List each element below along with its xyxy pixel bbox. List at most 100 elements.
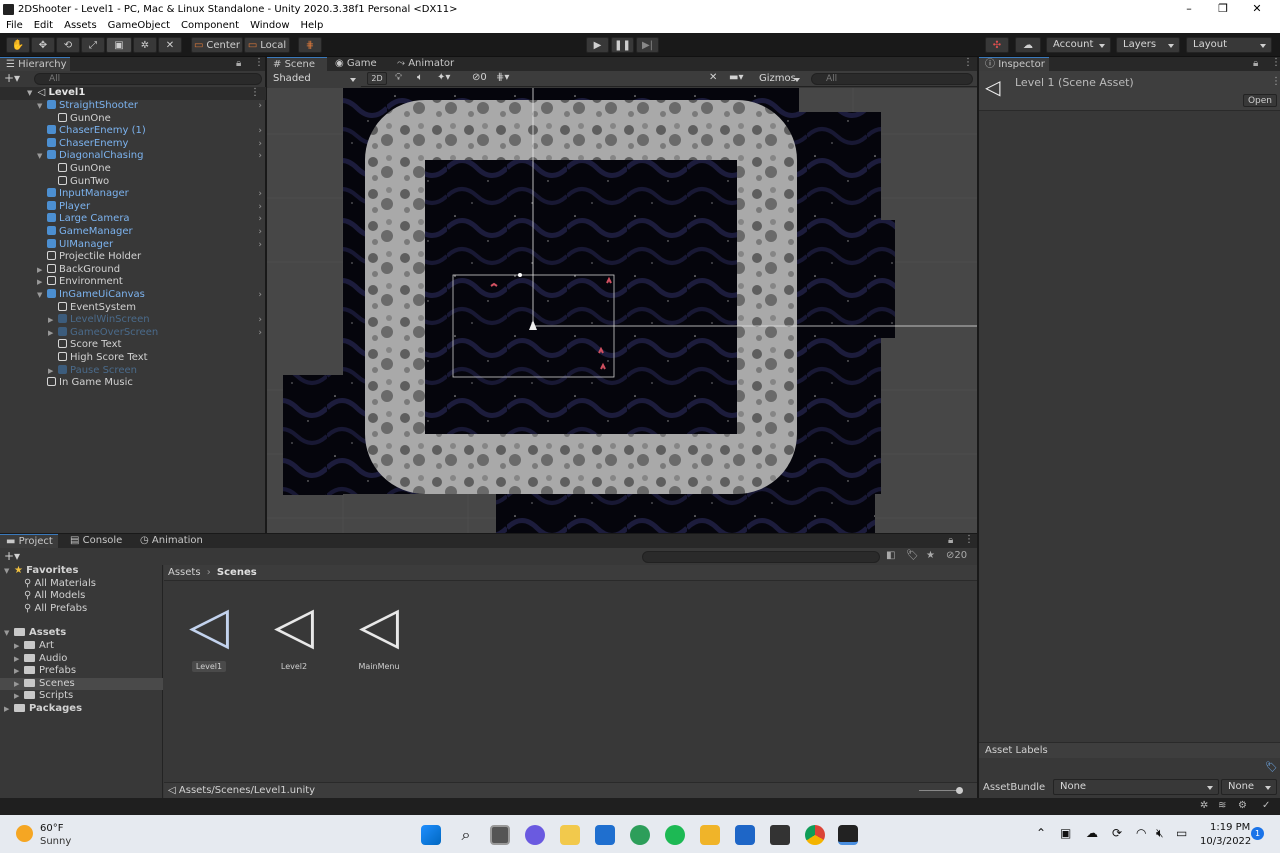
maximize-button[interactable]: ❐: [1206, 0, 1240, 18]
menu-component[interactable]: Component: [181, 20, 239, 31]
hierarchy-item[interactable]: GameManager ›: [0, 226, 266, 239]
step-button[interactable]: ▶|: [636, 37, 659, 53]
zoom-slider-handle[interactable]: [956, 787, 963, 794]
collapse-arrow-icon[interactable]: ▶: [37, 276, 47, 289]
task-view-icon[interactable]: [490, 825, 510, 845]
audio-icon[interactable]: 🔈︎: [417, 72, 423, 83]
tree-arrow-icon[interactable]: ▶: [14, 640, 24, 653]
onedrive-icon[interactable]: ☁: [1086, 826, 1098, 840]
weather-condition[interactable]: Sunny: [40, 836, 71, 847]
file-explorer-icon[interactable]: [700, 825, 720, 845]
scene-asset-tile[interactable]: ◁ MainMenu: [339, 590, 419, 671]
scene-asset-tile[interactable]: ◁ Level2: [254, 590, 334, 671]
hand-tool-icon[interactable]: ✋: [6, 37, 30, 53]
hierarchy-item[interactable]: ▼ StraightShooter ›: [0, 100, 266, 113]
shading-dropdown[interactable]: Shaded: [267, 72, 361, 88]
tree-arrow-icon[interactable]: ▶: [14, 678, 24, 691]
clock-date[interactable]: 10/3/2022: [1200, 836, 1251, 847]
pause-button[interactable]: ❚❚: [611, 37, 634, 53]
play-button[interactable]: ▶: [586, 37, 609, 53]
inspector-menu-icon[interactable]: ⋮: [1271, 76, 1280, 87]
project-tree-item[interactable]: ⚲ All Models: [0, 590, 163, 603]
tree-arrow-icon[interactable]: ▼: [4, 627, 14, 640]
minimize-button[interactable]: –: [1172, 0, 1206, 18]
grid-icon[interactable]: ⋕▾: [496, 72, 509, 83]
lock-icon[interactable]: 🔒︎: [236, 58, 241, 69]
hierarchy-item[interactable]: GunTwo: [0, 175, 266, 189]
tree-arrow-icon[interactable]: ▼: [4, 565, 14, 578]
tab-animator[interactable]: ⤳ Animator: [391, 57, 460, 71]
store-icon[interactable]: [560, 825, 580, 845]
collapse-arrow-icon[interactable]: ▶: [37, 264, 47, 277]
prefab-open-arrow-icon[interactable]: ›: [258, 213, 262, 226]
hidden-packages-icon[interactable]: ⊘20: [946, 550, 967, 561]
rect-tool-icon[interactable]: ▣: [106, 37, 132, 53]
tab-console[interactable]: ▤ Console: [64, 534, 128, 548]
panel-menu-icon[interactable]: ⋮: [964, 534, 974, 545]
hidden-objects-icon[interactable]: ⊘0: [472, 72, 487, 83]
transform-tool-icon[interactable]: ✲: [133, 37, 157, 53]
close-button[interactable]: ✕: [1240, 0, 1274, 18]
project-tree-item[interactable]: ▶ Scripts: [0, 690, 163, 703]
prefab-open-arrow-icon[interactable]: ›: [258, 138, 262, 151]
layout-dropdown[interactable]: Layout: [1186, 37, 1272, 53]
hierarchy-item[interactable]: ▶ GameOverScreen ›: [0, 326, 266, 340]
tab-scene[interactable]: # Scene: [267, 57, 327, 71]
pivot-center-button[interactable]: ▭ Center: [191, 37, 243, 53]
hierarchy-item[interactable]: InputManager ›: [0, 188, 266, 201]
notification-badge[interactable]: 1: [1251, 827, 1264, 840]
prefab-open-arrow-icon[interactable]: ›: [258, 100, 262, 113]
project-tree-item[interactable]: ⚲ All Prefabs: [0, 603, 163, 616]
filter-type-icon[interactable]: ◧: [886, 550, 895, 561]
prefab-open-arrow-icon[interactable]: ›: [258, 150, 262, 163]
project-tree-item[interactable]: ▼ ★ Favorites: [0, 565, 163, 578]
leaf-icon[interactable]: ≋: [1218, 800, 1226, 811]
search-icon[interactable]: ⌕: [456, 825, 476, 845]
hierarchy-item[interactable]: ChaserEnemy ›: [0, 137, 266, 151]
tools-icon[interactable]: ✕: [709, 72, 717, 83]
variant-dropdown[interactable]: None: [1221, 779, 1277, 795]
hierarchy-item[interactable]: ChaserEnemy (1) ›: [0, 125, 266, 138]
tree-arrow-icon[interactable]: ▶: [4, 703, 14, 716]
project-tree-item[interactable]: ▶ Audio: [0, 653, 163, 666]
chevron-up-icon[interactable]: ⌃: [1036, 826, 1046, 840]
hierarchy-item[interactable]: High Score Text: [0, 352, 266, 365]
battery-icon[interactable]: ▭: [1176, 826, 1187, 840]
assetbundle-dropdown[interactable]: None: [1053, 779, 1219, 795]
lock-icon[interactable]: 🔒︎: [948, 535, 953, 546]
sun-icon[interactable]: [16, 825, 33, 842]
tab-hierarchy[interactable]: ☰ Hierarchy: [0, 57, 70, 71]
zoom-slider-track[interactable]: [919, 790, 959, 791]
2d-toggle[interactable]: 2D: [367, 72, 387, 85]
debug-icon[interactable]: ✲: [1200, 800, 1208, 811]
collapse-arrow-icon[interactable]: ▶: [48, 365, 58, 378]
lock-icon[interactable]: 🔒︎: [1253, 58, 1258, 69]
hierarchy-item[interactable]: Projectile Holder: [0, 251, 266, 264]
grid-snap-icon[interactable]: ⋕: [298, 37, 322, 53]
menu-file[interactable]: File: [6, 20, 23, 31]
clock-time[interactable]: 1:19 PM: [1210, 822, 1250, 833]
scene-menu-icon[interactable]: ⋮: [250, 87, 260, 98]
hierarchy-item[interactable]: In Game Music: [0, 377, 266, 390]
hierarchy-item[interactable]: GunOne: [0, 163, 266, 176]
tab-animation[interactable]: ◷ Animation: [134, 534, 209, 548]
camera-icon[interactable]: ▬▾: [729, 72, 743, 83]
hierarchy-item[interactable]: Large Camera ›: [0, 213, 266, 226]
auto-generate-icon[interactable]: ⚙: [1238, 800, 1247, 811]
check-icon[interactable]: ✓: [1262, 800, 1270, 811]
prefab-open-arrow-icon[interactable]: ›: [258, 289, 262, 302]
hierarchy-item[interactable]: Player ›: [0, 200, 266, 214]
panel-menu-icon[interactable]: ⋮: [254, 57, 264, 68]
scale-tool-icon[interactable]: ⤢: [81, 37, 105, 53]
chat-icon[interactable]: [525, 825, 545, 845]
collapse-arrow-icon[interactable]: ▶: [48, 314, 58, 327]
project-tree-item[interactable]: ▶ Prefabs: [0, 665, 163, 678]
project-tree-item[interactable]: ▶ Packages: [0, 703, 163, 716]
scene-asset-tile[interactable]: ◁ Level1: [169, 590, 249, 672]
hierarchy-item[interactable]: Score Text: [0, 339, 266, 352]
sync-icon[interactable]: ⟳: [1112, 826, 1122, 840]
hierarchy-item[interactable]: ▼ InGameUiCanvas ›: [0, 289, 266, 302]
prefab-open-arrow-icon[interactable]: ›: [258, 327, 262, 340]
start-icon[interactable]: [421, 825, 441, 845]
project-tree-item[interactable]: ⚲ All Materials: [0, 578, 163, 591]
